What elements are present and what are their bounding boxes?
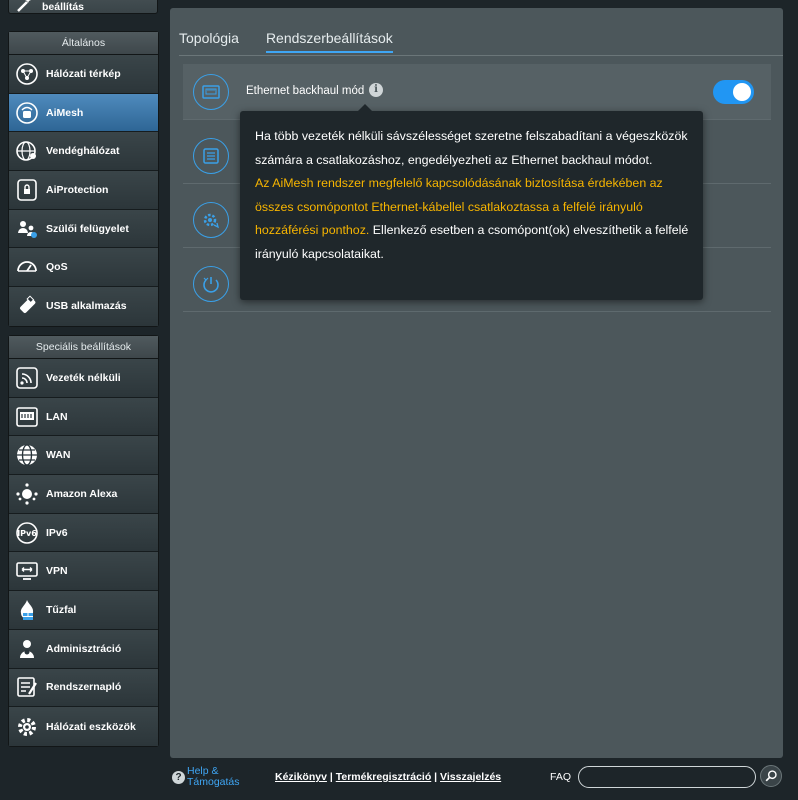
wireless-icon (15, 366, 39, 390)
menu-item-label: QoS (46, 261, 68, 274)
menu-item-label: Rendszernapló (46, 681, 122, 694)
network-tools-icon (15, 715, 39, 739)
menu-item-label: AiProtection (46, 183, 109, 196)
toggle-knob (733, 83, 751, 101)
menu-item-label: Amazon Alexa (46, 487, 118, 500)
parental-control-icon (15, 217, 39, 241)
speedometer-icon (15, 255, 39, 279)
advanced-menu-header: Speciális beállítások (9, 336, 158, 359)
menu-item-usb-application[interactable]: USB alkalmazás (9, 287, 158, 326)
menu-item-label: VPN (46, 565, 68, 578)
faq-label: FAQ (550, 771, 572, 783)
menu-item-label: Vezeték nélküli (46, 371, 121, 384)
advanced-menu: Speciális beállítások Vezeték nélküli LA… (8, 335, 159, 747)
menu-item-label: Hálózati térkép (46, 67, 121, 80)
menu-item-wan[interactable]: WAN (9, 436, 158, 476)
power-reset-icon (193, 266, 229, 302)
guest-network-icon (15, 139, 39, 163)
product-registration-link[interactable]: Termékregisztráció (336, 771, 432, 783)
ethernet-backhaul-tooltip: Ha több vezeték nélküli sávszélességet s… (240, 104, 703, 300)
help-line2: Támogatás (187, 776, 240, 788)
separator: | (329, 771, 333, 783)
lan-icon (15, 405, 39, 429)
menu-item-qos[interactable]: QoS (9, 248, 158, 288)
svg-text:IPv6: IPv6 (17, 529, 37, 538)
menu-item-network-map[interactable]: Hálózati térkép (9, 55, 158, 94)
menu-item-firewall[interactable]: Tűzfal (9, 591, 158, 630)
network-map-icon (15, 62, 39, 86)
menu-item-label: WAN (46, 449, 71, 462)
vpn-icon (15, 559, 39, 583)
ipv6-icon: IPv6 (15, 521, 39, 545)
footer: ? Help & Támogatás Kézikönyv | Termékreg… (170, 762, 783, 794)
menu-item-label: Hálózati eszközök (46, 720, 136, 733)
menu-item-amazon-alexa[interactable]: Amazon Alexa (9, 475, 158, 514)
ethernet-port-icon (193, 74, 229, 110)
menu-item-label: IPv6 (46, 526, 68, 539)
menu-item-vpn[interactable]: VPN (9, 552, 158, 592)
tab-system-settings[interactable]: Rendszerbeállítások (265, 30, 393, 53)
menu-item-aimesh[interactable]: AiMesh (9, 93, 158, 133)
general-menu-header: Általános (9, 32, 158, 55)
globe-icon (15, 443, 39, 467)
help-support-link[interactable]: Help & Támogatás (187, 766, 240, 788)
help-icon: ? (172, 771, 185, 784)
footer-links: Kézikönyv | Termékregisztráció | Visszaj… (275, 771, 501, 783)
menu-item-label: AiMesh (46, 106, 84, 119)
tab-divider (179, 55, 783, 56)
menu-item-label: Adminisztráció (46, 642, 122, 655)
tab-topology[interactable]: Topológia (179, 30, 239, 53)
general-menu: Általános Hálózati térkép AiMesh Vendégh… (8, 31, 159, 327)
menu-item-lan[interactable]: LAN (9, 397, 158, 437)
manual-link[interactable]: Kézikönyv (275, 771, 327, 783)
list-icon (193, 138, 229, 174)
feedback-link[interactable]: Visszajelzés (440, 771, 501, 783)
ethernet-backhaul-label: Ethernet backhaul mód (246, 85, 365, 97)
info-icon[interactable]: i (369, 83, 383, 97)
admin-icon (15, 637, 39, 661)
menu-item-administration[interactable]: Adminisztráció (9, 629, 158, 669)
menu-item-ipv6[interactable]: IPv6 IPv6 (9, 513, 158, 553)
menu-item-label: Vendéghálózat (46, 145, 120, 158)
menu-item-system-log[interactable]: Rendszernapló (9, 668, 158, 708)
log-icon (15, 675, 39, 699)
shield-icon (15, 178, 39, 202)
settings-sync-icon (193, 202, 229, 238)
quick-setup-label: Gyors Internet-beállítás (42, 0, 117, 13)
faq-search-input[interactable] (578, 766, 756, 788)
menu-item-parental-control[interactable]: Szülői felügyelet (9, 209, 158, 249)
main-panel: Topológia Rendszerbeállítások Ethernet b… (170, 8, 783, 758)
quick-internet-setup-button[interactable]: Gyors Internet-beállítás (8, 0, 158, 14)
menu-item-label: Szülői felügyelet (46, 222, 129, 235)
ethernet-backhaul-toggle[interactable] (713, 80, 754, 104)
menu-item-label: LAN (46, 410, 68, 423)
menu-item-wireless[interactable]: Vezeték nélküli (9, 359, 158, 398)
firewall-icon (15, 598, 39, 622)
faq-search-button[interactable] (760, 765, 782, 787)
aimesh-icon (15, 101, 39, 125)
menu-item-aiprotection[interactable]: AiProtection (9, 171, 158, 210)
tooltip-text: Ha több vezeték nélküli sávszélességet s… (255, 129, 688, 167)
usb-icon (15, 294, 39, 318)
menu-item-guest-network[interactable]: Vendéghálózat (9, 132, 158, 172)
separator: | (434, 771, 438, 783)
wizard-icon (15, 0, 35, 14)
search-icon (765, 770, 777, 782)
menu-item-label: Tűzfal (46, 603, 77, 616)
alexa-icon (15, 482, 39, 506)
menu-item-label: USB alkalmazás (46, 300, 127, 313)
menu-item-network-tools[interactable]: Hálózati eszközök (9, 707, 158, 746)
tab-bar: Topológia Rendszerbeállítások (179, 30, 393, 53)
